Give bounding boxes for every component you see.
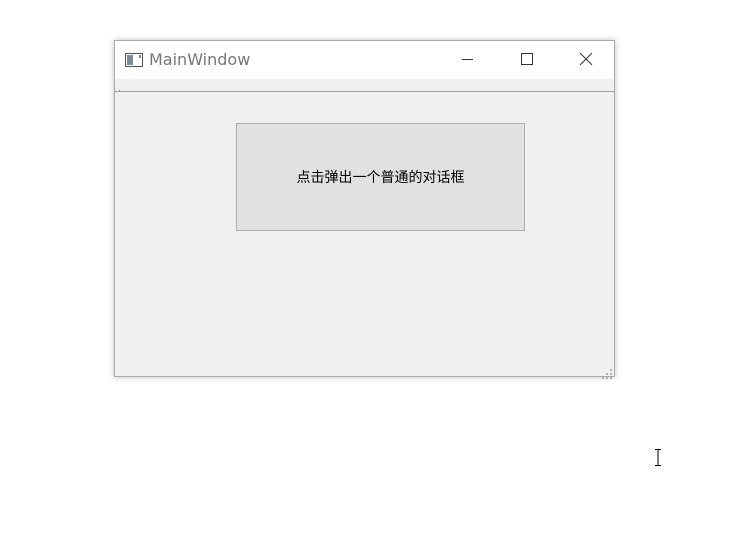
toolbar-handle-icon[interactable] [119,82,121,97]
minimize-button[interactable] [438,41,496,79]
size-grip-icon[interactable] [602,364,612,379]
window-title: MainWindow [149,50,251,69]
title-bar[interactable]: MainWindow [115,41,614,79]
open-dialog-button[interactable]: 点击弹出一个普通的对话框 [236,123,525,231]
central-widget: 点击弹出一个普通的对话框 [115,92,614,379]
tool-bar [115,79,614,97]
maximize-icon [521,53,533,65]
window-app-icon [125,52,143,67]
close-icon [579,52,593,66]
close-button[interactable] [556,41,614,79]
desktop: MainWindow 点击弹出一个普通的对话框 [0,0,750,550]
main-window: MainWindow 点击弹出一个普通的对话框 [114,40,615,379]
text-cursor-icon [653,449,663,466]
maximize-button[interactable] [497,41,555,79]
minimize-icon [462,59,473,60]
